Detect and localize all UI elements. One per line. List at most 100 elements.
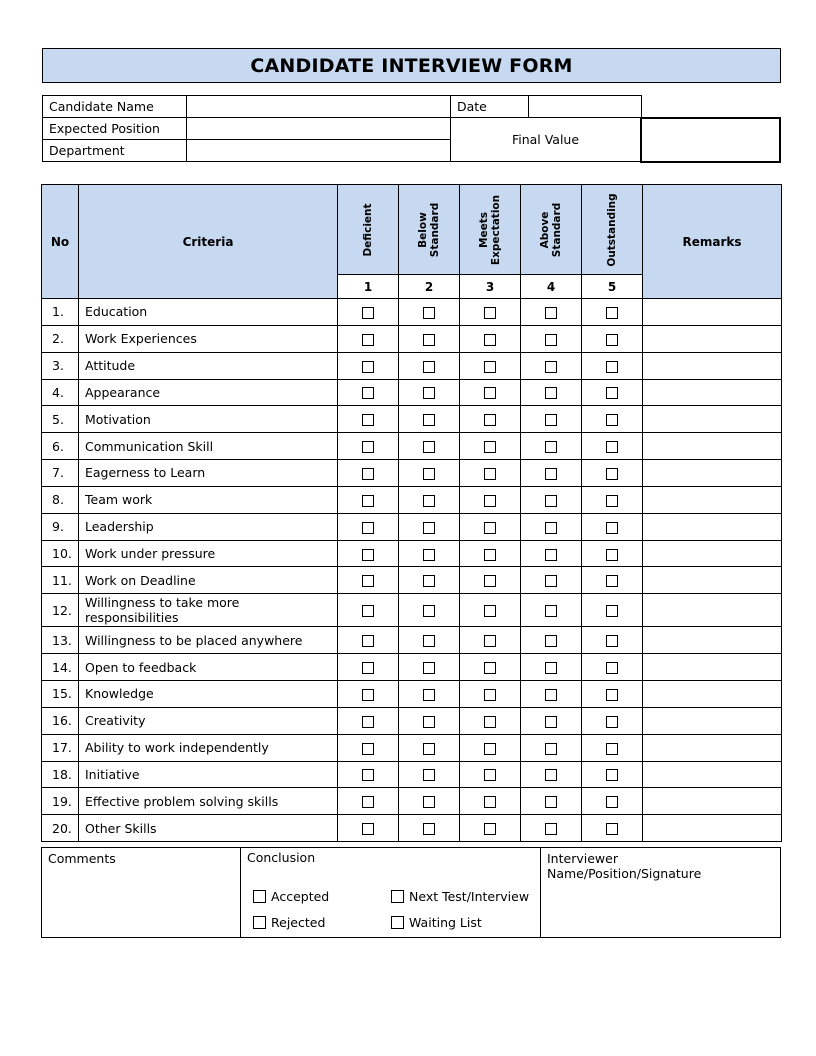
rating-checkbox-2[interactable] (423, 441, 435, 454)
rating-checkbox-1[interactable] (362, 387, 374, 400)
rating-checkbox-2[interactable] (423, 467, 435, 480)
row-remarks[interactable] (642, 512, 782, 541)
rating-checkbox-4[interactable] (545, 575, 557, 588)
rating-checkbox-5[interactable] (606, 306, 618, 319)
rating-checkbox-3[interactable] (484, 333, 496, 346)
row-remarks[interactable] (642, 593, 782, 628)
waiting-list-checkbox[interactable] (391, 916, 404, 929)
rating-checkbox-1[interactable] (362, 494, 374, 507)
rating-checkbox-5[interactable] (606, 823, 618, 836)
rating-checkbox-2[interactable] (423, 688, 435, 701)
rating-checkbox-1[interactable] (362, 796, 374, 809)
rating-checkbox-1[interactable] (362, 662, 374, 675)
rating-checkbox-4[interactable] (545, 823, 557, 836)
rating-checkbox-4[interactable] (545, 796, 557, 809)
rating-checkbox-5[interactable] (606, 575, 618, 588)
row-remarks[interactable] (642, 432, 782, 461)
rating-checkbox-1[interactable] (362, 333, 374, 346)
rating-checkbox-4[interactable] (545, 306, 557, 319)
rating-checkbox-3[interactable] (484, 467, 496, 480)
row-remarks[interactable] (642, 679, 782, 708)
row-remarks[interactable] (642, 405, 782, 434)
option-rejected[interactable]: Rejected (253, 915, 325, 930)
expected-position-field[interactable] (186, 117, 451, 140)
row-remarks[interactable] (642, 626, 782, 655)
rating-checkbox-2[interactable] (423, 306, 435, 319)
rating-checkbox-5[interactable] (606, 414, 618, 427)
rating-checkbox-4[interactable] (545, 769, 557, 782)
row-remarks[interactable] (642, 539, 782, 568)
rating-checkbox-5[interactable] (606, 548, 618, 561)
accepted-checkbox[interactable] (253, 890, 266, 903)
date-field[interactable] (528, 95, 642, 118)
rating-checkbox-4[interactable] (545, 548, 557, 561)
rating-checkbox-2[interactable] (423, 387, 435, 400)
rating-checkbox-4[interactable] (545, 333, 557, 346)
rating-checkbox-2[interactable] (423, 662, 435, 675)
rating-checkbox-1[interactable] (362, 548, 374, 561)
rating-checkbox-2[interactable] (423, 635, 435, 648)
rating-checkbox-3[interactable] (484, 742, 496, 755)
row-remarks[interactable] (642, 459, 782, 487)
rating-checkbox-3[interactable] (484, 441, 496, 454)
rating-checkbox-2[interactable] (423, 742, 435, 755)
final-value-field[interactable] (640, 116, 781, 163)
rating-checkbox-4[interactable] (545, 662, 557, 675)
row-remarks[interactable] (642, 485, 782, 514)
row-remarks[interactable] (642, 814, 782, 843)
rating-checkbox-3[interactable] (484, 360, 496, 373)
rating-checkbox-3[interactable] (484, 796, 496, 809)
rating-checkbox-2[interactable] (423, 715, 435, 728)
rating-checkbox-5[interactable] (606, 494, 618, 507)
row-remarks[interactable] (642, 706, 782, 735)
rating-checkbox-5[interactable] (606, 360, 618, 373)
rating-checkbox-4[interactable] (545, 387, 557, 400)
rating-checkbox-5[interactable] (606, 521, 618, 534)
rating-checkbox-5[interactable] (606, 635, 618, 648)
rating-checkbox-5[interactable] (606, 605, 618, 618)
rating-checkbox-5[interactable] (606, 467, 618, 480)
rating-checkbox-4[interactable] (545, 467, 557, 480)
rating-checkbox-4[interactable] (545, 605, 557, 618)
rating-checkbox-1[interactable] (362, 521, 374, 534)
option-next-test[interactable]: Next Test/Interview (391, 889, 529, 904)
rating-checkbox-2[interactable] (423, 333, 435, 346)
rating-checkbox-1[interactable] (362, 360, 374, 373)
rating-checkbox-3[interactable] (484, 605, 496, 618)
rating-checkbox-4[interactable] (545, 360, 557, 373)
rating-checkbox-1[interactable] (362, 769, 374, 782)
rating-checkbox-3[interactable] (484, 662, 496, 675)
rating-checkbox-4[interactable] (545, 441, 557, 454)
rating-checkbox-5[interactable] (606, 387, 618, 400)
rating-checkbox-4[interactable] (545, 494, 557, 507)
row-remarks[interactable] (642, 378, 782, 407)
rating-checkbox-1[interactable] (362, 742, 374, 755)
row-remarks[interactable] (642, 324, 782, 353)
row-remarks[interactable] (642, 351, 782, 380)
rating-checkbox-3[interactable] (484, 715, 496, 728)
rating-checkbox-1[interactable] (362, 306, 374, 319)
rating-checkbox-2[interactable] (423, 494, 435, 507)
department-field[interactable] (186, 139, 451, 162)
rating-checkbox-3[interactable] (484, 575, 496, 588)
interviewer-box[interactable]: Interviewer Name/Position/Signature (541, 848, 780, 937)
rating-checkbox-1[interactable] (362, 688, 374, 701)
rating-checkbox-4[interactable] (545, 742, 557, 755)
rating-checkbox-3[interactable] (484, 823, 496, 836)
rating-checkbox-5[interactable] (606, 333, 618, 346)
rating-checkbox-5[interactable] (606, 662, 618, 675)
row-remarks[interactable] (642, 298, 782, 326)
rating-checkbox-2[interactable] (423, 414, 435, 427)
rating-checkbox-3[interactable] (484, 635, 496, 648)
comments-box[interactable]: Comments (42, 848, 241, 937)
rating-checkbox-4[interactable] (545, 715, 557, 728)
rating-checkbox-1[interactable] (362, 635, 374, 648)
rating-checkbox-2[interactable] (423, 360, 435, 373)
row-remarks[interactable] (642, 653, 782, 681)
rating-checkbox-1[interactable] (362, 467, 374, 480)
rating-checkbox-2[interactable] (423, 823, 435, 836)
rating-checkbox-1[interactable] (362, 715, 374, 728)
rating-checkbox-3[interactable] (484, 548, 496, 561)
rating-checkbox-3[interactable] (484, 769, 496, 782)
rating-checkbox-4[interactable] (545, 688, 557, 701)
